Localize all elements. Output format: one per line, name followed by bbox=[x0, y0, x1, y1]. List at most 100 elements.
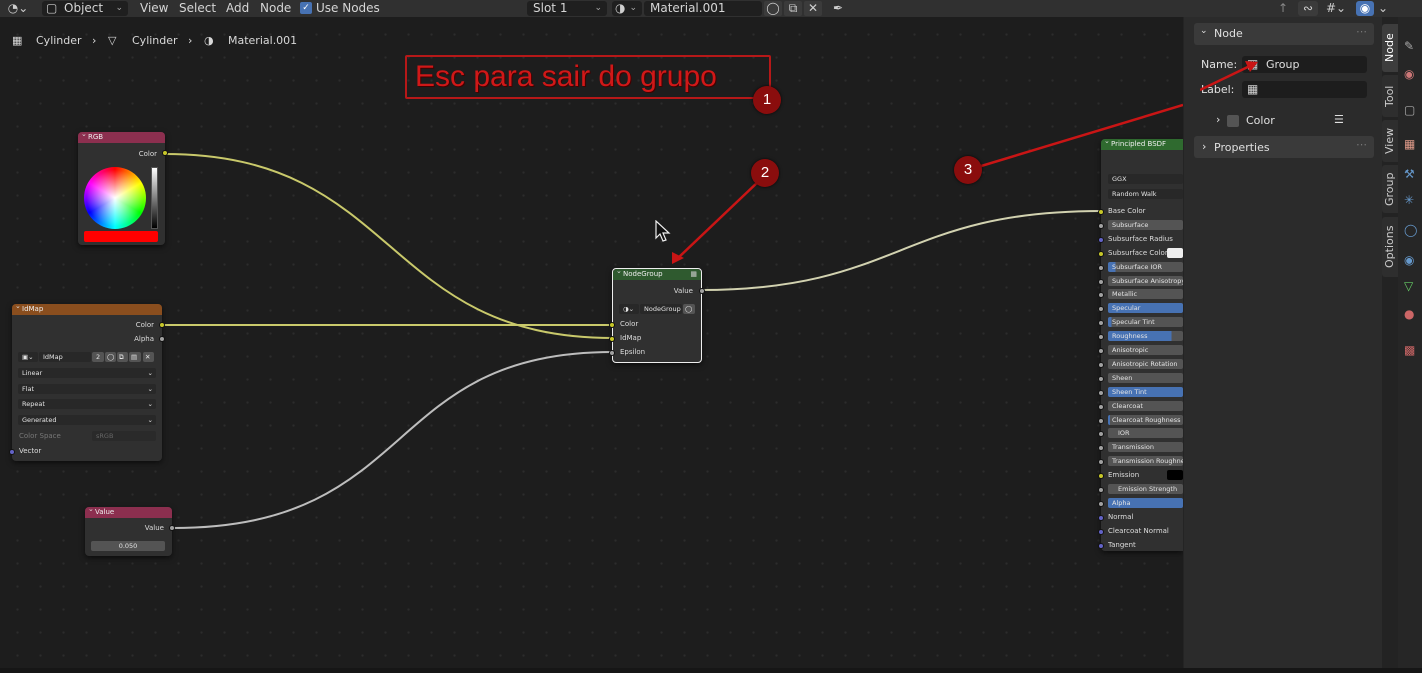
node-group-header[interactable]: NodeGroup bbox=[613, 266, 701, 280]
bsdf-anisotropic-field[interactable]: Anisotropic bbox=[1108, 345, 1183, 355]
rgb-node-header[interactable]: RGB bbox=[78, 129, 165, 143]
bsdf-subsurface-anisotropy-field[interactable]: Subsurface Anisotropy bbox=[1108, 276, 1183, 286]
bsdf-specular-socket[interactable] bbox=[1098, 306, 1104, 312]
color-output-socket[interactable] bbox=[159, 322, 165, 328]
group-value-output-socket[interactable] bbox=[699, 288, 705, 294]
material-name-field[interactable]: Material.001 bbox=[644, 1, 762, 16]
drag-handle-icon[interactable]: ⋯ bbox=[1356, 25, 1367, 38]
bsdf-anisotropic-rotation-field[interactable]: Anisotropic Rotation bbox=[1108, 359, 1183, 369]
bsdf-clearcoat-field[interactable]: Clearcoat bbox=[1108, 401, 1183, 411]
bsdf-transmission-roughness-socket[interactable] bbox=[1098, 459, 1104, 465]
menu-node[interactable]: Node bbox=[260, 0, 291, 17]
overlay-icon[interactable]: ◉ bbox=[1356, 1, 1374, 16]
bsdf-subsurface-field[interactable]: Subsurface bbox=[1108, 220, 1183, 230]
subsurface-method-dropdown[interactable]: Random Walk bbox=[1108, 189, 1183, 199]
duplicate-icon[interactable]: ⧉ bbox=[784, 1, 802, 16]
bsdf-roughness-socket[interactable] bbox=[1098, 334, 1104, 340]
render-icon[interactable]: ◉ bbox=[1404, 67, 1414, 81]
open-folder-icon[interactable]: ▤ bbox=[129, 352, 141, 362]
node-canvas[interactable] bbox=[0, 17, 1183, 673]
material-browse[interactable]: ◑ ⌄ bbox=[612, 1, 642, 16]
bsdf-specular-field[interactable]: Specular bbox=[1108, 303, 1183, 313]
bsdf-metallic-field[interactable]: Metallic bbox=[1108, 289, 1183, 299]
vector-input-socket[interactable] bbox=[9, 449, 15, 455]
node-name-field[interactable]: ▦Group bbox=[1242, 56, 1367, 73]
material-icon[interactable]: ● bbox=[1404, 307, 1414, 321]
projection-dropdown[interactable]: Flat ⌄ bbox=[18, 384, 156, 394]
bsdf-emission-socket[interactable] bbox=[1098, 473, 1104, 479]
bsdf-transmission-field[interactable]: Transmission bbox=[1108, 442, 1183, 452]
value-slider[interactable] bbox=[151, 167, 158, 229]
color-swatch[interactable] bbox=[84, 231, 158, 242]
color-space-dropdown[interactable]: sRGB bbox=[92, 431, 156, 441]
extension-dropdown[interactable]: Repeat ⌄ bbox=[18, 399, 156, 409]
bsdf-ior-field[interactable]: IOR bbox=[1108, 428, 1183, 438]
value-node[interactable]: Value Value 0.050 bbox=[85, 504, 175, 556]
bsdf-subsurface-ior-socket[interactable] bbox=[1098, 265, 1104, 271]
menu-select[interactable]: Select bbox=[179, 0, 216, 17]
bsdf-ior-socket[interactable] bbox=[1098, 431, 1104, 437]
output-icon[interactable]: ▢ bbox=[1404, 103, 1415, 117]
tool-icon[interactable]: ✎ bbox=[1404, 39, 1414, 53]
bsdf-alpha-field[interactable]: Alpha bbox=[1108, 498, 1183, 508]
bsdf-sheen-socket[interactable] bbox=[1098, 376, 1104, 382]
alpha-output-socket[interactable] bbox=[159, 336, 165, 342]
tab-group[interactable]: Group bbox=[1382, 165, 1398, 213]
snap-grid-icon[interactable]: #⌄ bbox=[1322, 1, 1350, 15]
particles-icon[interactable]: ✳ bbox=[1404, 193, 1414, 207]
texture-icon[interactable]: ▩ bbox=[1404, 343, 1415, 357]
fake-user-shield-icon[interactable]: ◯ bbox=[105, 352, 116, 362]
bsdf-sheen-tint-socket[interactable] bbox=[1098, 390, 1104, 396]
use-nodes-checkbox[interactable]: ✓ bbox=[300, 2, 312, 14]
emission-color-swatch[interactable] bbox=[1167, 470, 1183, 480]
bsdf-transmission-roughness-field[interactable]: Transmission Roughness bbox=[1108, 456, 1183, 466]
data-icon[interactable]: ▽ bbox=[1404, 279, 1413, 293]
rgb-node[interactable]: RGB Color bbox=[78, 129, 168, 245]
bsdf-subsurface-radius-socket[interactable] bbox=[1098, 237, 1104, 243]
color-checkbox[interactable] bbox=[1227, 115, 1239, 127]
bsdf-normal-socket[interactable] bbox=[1098, 515, 1104, 521]
node-label-field[interactable]: ▦ bbox=[1242, 81, 1367, 98]
tab-tool[interactable]: Tool bbox=[1382, 75, 1398, 117]
value-field[interactable]: 0.050 bbox=[91, 541, 165, 551]
bsdf-emission-strength-field[interactable]: Emission Strength bbox=[1108, 484, 1183, 494]
value-node-header[interactable]: Value bbox=[85, 504, 172, 518]
bsdf-clearcoat-roughness-socket[interactable] bbox=[1098, 418, 1104, 424]
bsdf-alpha-socket[interactable] bbox=[1098, 501, 1104, 507]
pin-icon[interactable]: ✒ bbox=[830, 1, 846, 15]
bsdf-subsurface-ior-field[interactable]: Subsurface IOR bbox=[1108, 262, 1183, 272]
bsdf-subsurface-color-socket[interactable] bbox=[1098, 251, 1104, 257]
group-color-input-socket[interactable] bbox=[609, 322, 615, 328]
subsurface-color-swatch[interactable] bbox=[1167, 248, 1183, 258]
tab-options[interactable]: Options bbox=[1382, 217, 1398, 277]
bsdf-subsurface-anisotropy-socket[interactable] bbox=[1098, 279, 1104, 285]
bsdf-specular-tint-socket[interactable] bbox=[1098, 320, 1104, 326]
image-name-field[interactable]: IdMap bbox=[39, 352, 91, 362]
group-idmap-input-socket[interactable] bbox=[609, 336, 615, 342]
image-texture-node-header[interactable]: IdMap bbox=[12, 301, 162, 315]
fake-user-shield-icon[interactable]: ◯ bbox=[764, 1, 782, 16]
group-epsilon-input-socket[interactable] bbox=[609, 350, 615, 356]
value-output-socket[interactable] bbox=[169, 525, 175, 531]
bsdf-base-color-socket[interactable] bbox=[1098, 209, 1104, 215]
snap-icon[interactable]: ∾ bbox=[1298, 1, 1318, 16]
bsdf-anisotropic-socket[interactable] bbox=[1098, 348, 1104, 354]
duplicate-icon[interactable]: ⧉ bbox=[117, 352, 128, 362]
bsdf-subsurface-socket[interactable] bbox=[1098, 223, 1104, 229]
node-group[interactable]: NodeGroup ▦ Value ◑⌄ NodeGroup ◯ Color I… bbox=[609, 266, 705, 363]
bsdf-roughness-field[interactable]: Roughness bbox=[1108, 331, 1183, 341]
constraints-icon[interactable]: ◉ bbox=[1404, 253, 1414, 267]
bsdf-specular-tint-field[interactable]: Specular Tint bbox=[1108, 317, 1183, 327]
bsdf-transmission-socket[interactable] bbox=[1098, 445, 1104, 451]
group-tree-name[interactable]: NodeGroup bbox=[640, 304, 682, 314]
interpolation-dropdown[interactable]: Linear ⌄ bbox=[18, 368, 156, 378]
bsdf-sheen-field[interactable]: Sheen bbox=[1108, 373, 1183, 383]
list-icon[interactable]: ☰ bbox=[1334, 113, 1344, 126]
tab-view[interactable]: View bbox=[1382, 120, 1398, 162]
tab-node[interactable]: Node bbox=[1382, 24, 1398, 72]
source-dropdown[interactable]: Generated ⌄ bbox=[18, 415, 156, 425]
slot-selector[interactable]: Slot 1 ⌄ bbox=[527, 1, 607, 16]
image-browse[interactable]: ▣⌄ bbox=[18, 352, 38, 362]
distribution-dropdown[interactable]: GGX bbox=[1108, 174, 1183, 184]
chevron-down-icon[interactable]: ⌄ bbox=[1376, 1, 1390, 15]
